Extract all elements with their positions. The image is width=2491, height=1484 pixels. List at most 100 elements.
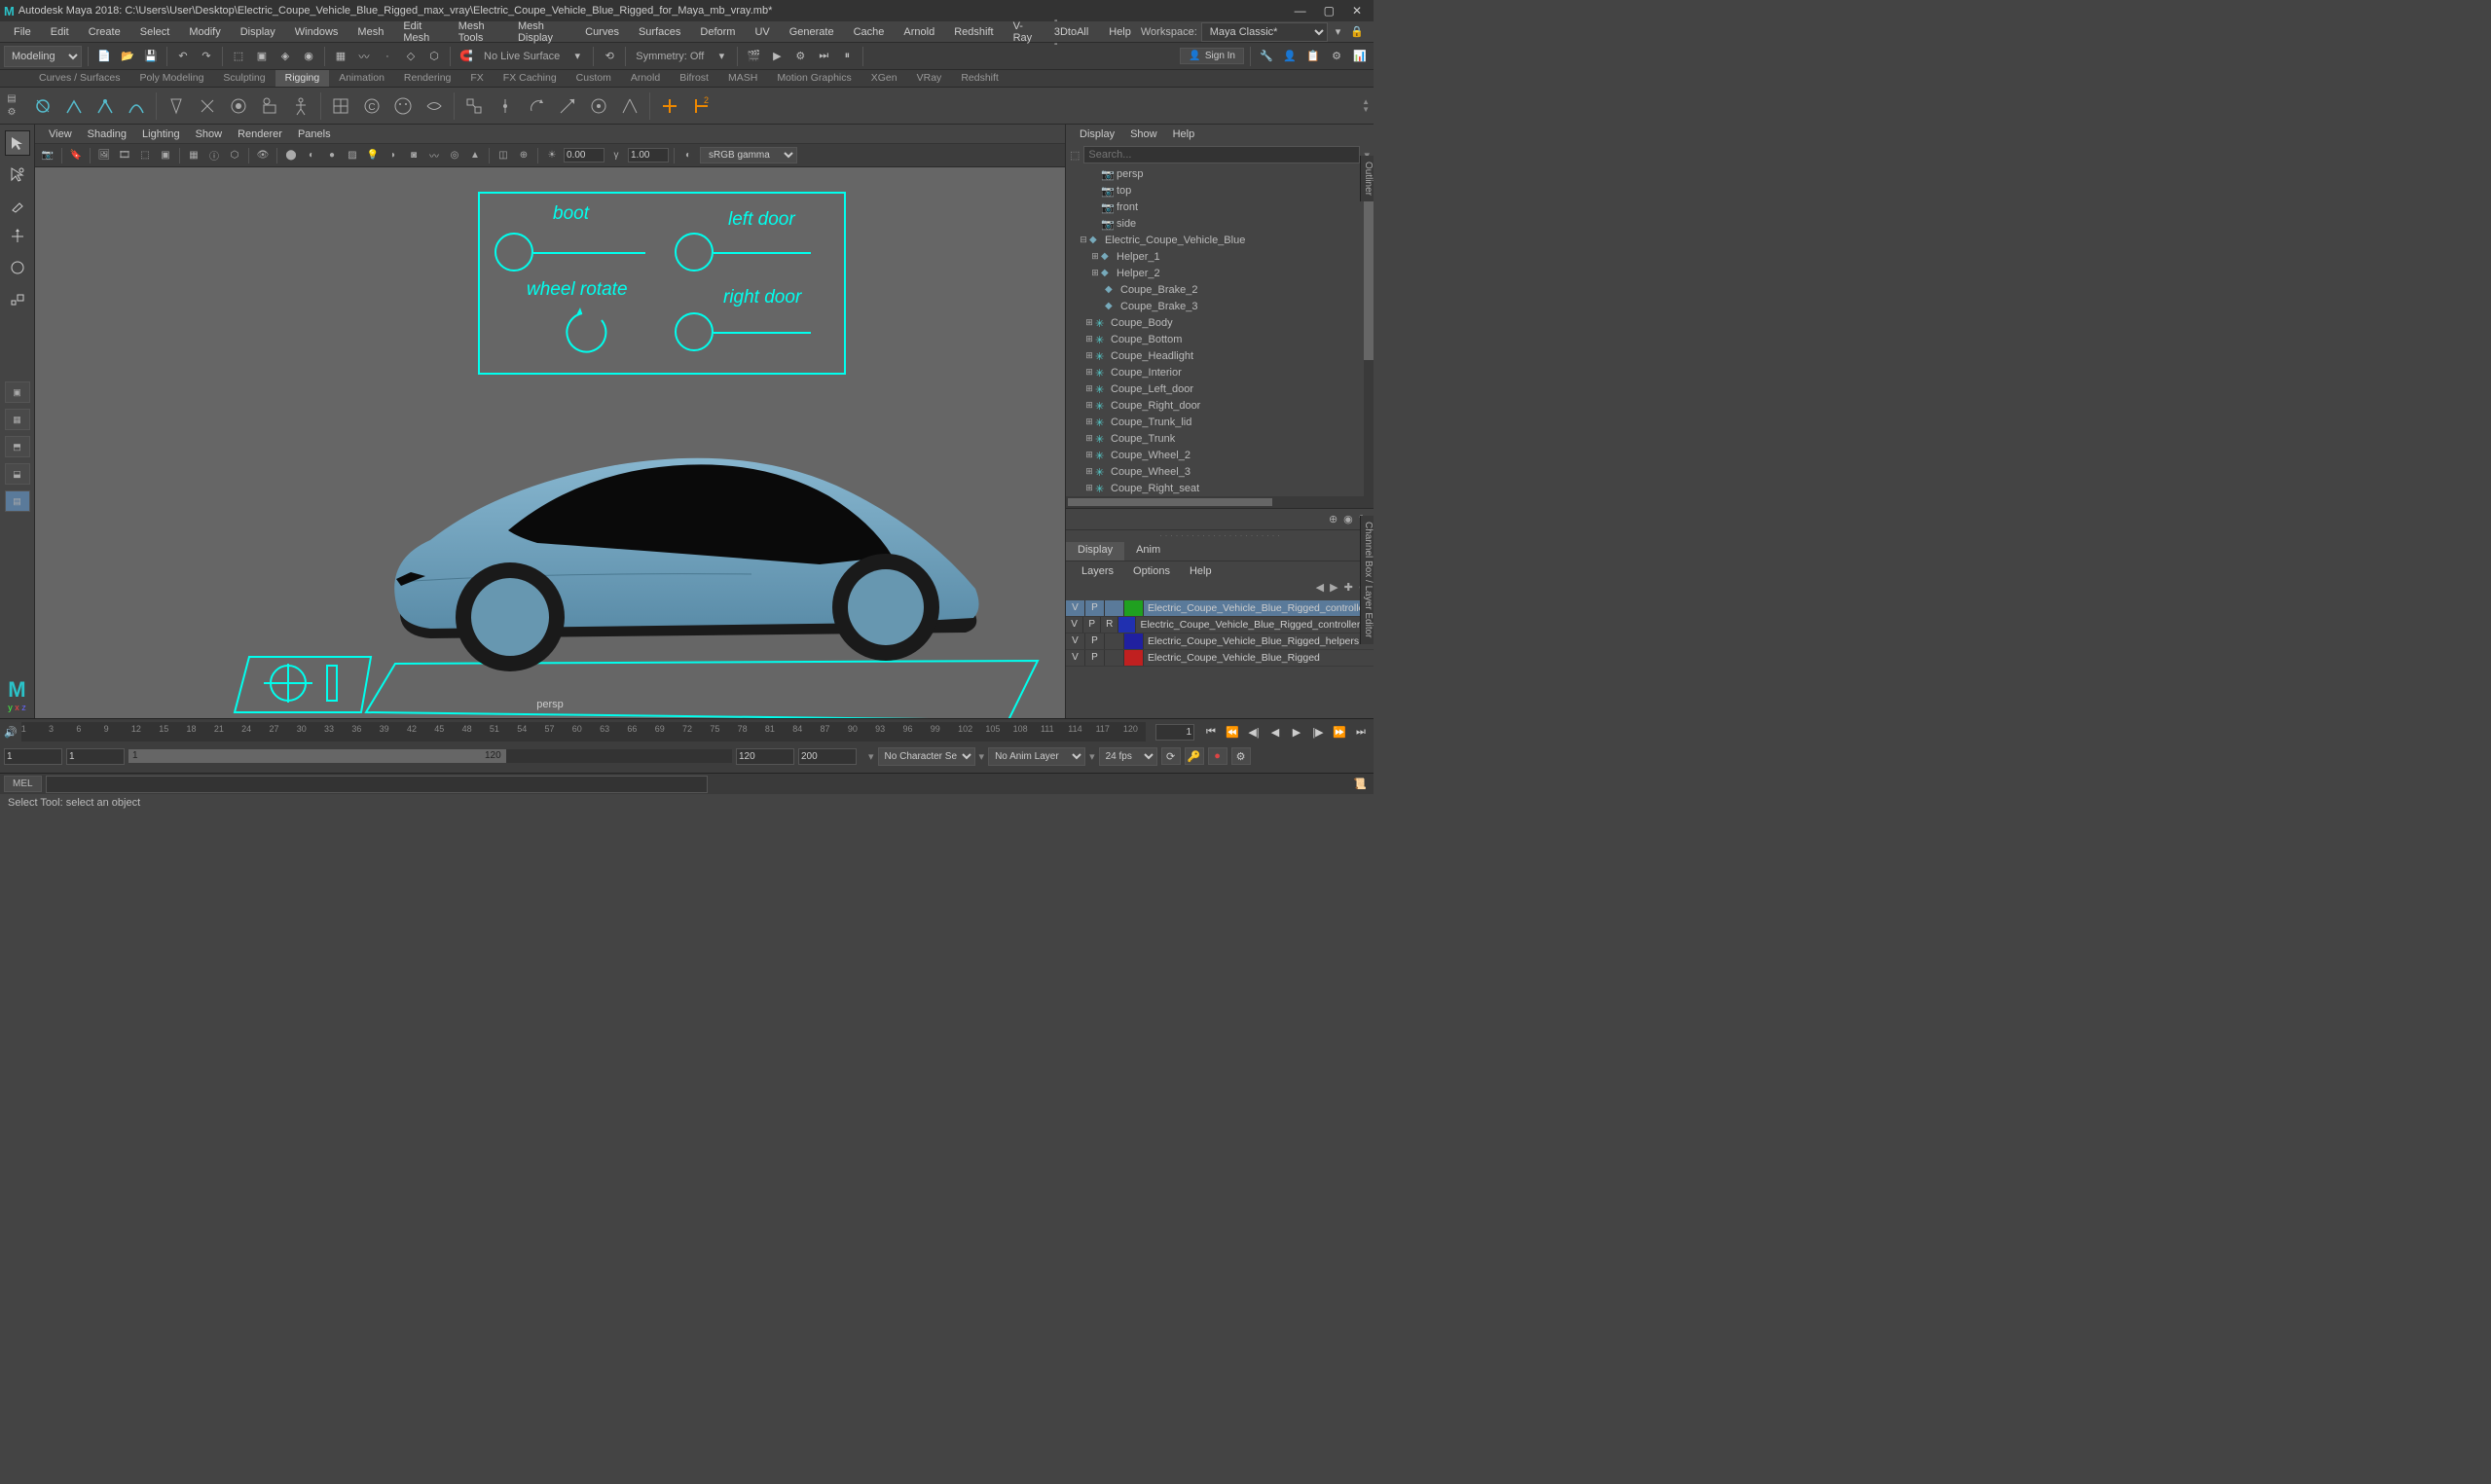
menu-generate[interactable]: Generate	[780, 23, 844, 41]
panel-menu-shading[interactable]: Shading	[80, 127, 134, 142]
shelf-paint-weights-icon[interactable]	[225, 92, 252, 120]
shelf-bind-skin-icon[interactable]	[163, 92, 190, 120]
layers-menu-options[interactable]: Options	[1123, 563, 1180, 579]
outliner-item-front[interactable]: 📷front	[1066, 199, 1374, 215]
attr-editor-icon[interactable]: 📋	[1303, 47, 1323, 66]
outliner-item-interior[interactable]: ⊞✳Coupe_Interior	[1066, 364, 1374, 380]
outliner-item-body[interactable]: ⊞✳Coupe_Body	[1066, 314, 1374, 331]
layer-visibility-toggle[interactable]: V	[1066, 600, 1085, 616]
outliner-item-bottom[interactable]: ⊞✳Coupe_Bottom	[1066, 331, 1374, 347]
outliner-item-brake-3[interactable]: ◆Coupe_Brake_3	[1066, 298, 1374, 314]
channel-box-icon[interactable]: 📊	[1350, 47, 1370, 66]
outliner-item-wheel-2[interactable]: ⊞✳Coupe_Wheel_2	[1066, 447, 1374, 463]
workspace-options-icon[interactable]: ▾	[1332, 25, 1345, 38]
play-forward-icon[interactable]: ▶	[1288, 723, 1305, 741]
shelf-tab-animation[interactable]: Animation	[329, 70, 394, 87]
shelf-detach-skin-icon[interactable]	[194, 92, 221, 120]
layer-new-empty-icon[interactable]: ✚	[1344, 581, 1353, 600]
gamma-icon[interactable]: γ	[607, 147, 625, 164]
shelf-tab-bifrost[interactable]: Bifrost	[670, 70, 718, 87]
layout-outliner-persp[interactable]: ▤	[5, 490, 30, 512]
auto-key-icon[interactable]: 🔑	[1185, 747, 1204, 765]
shelf-lattice-icon[interactable]	[327, 92, 354, 120]
lasso-tool[interactable]	[5, 162, 30, 187]
shelf-tab-vray[interactable]: VRay	[907, 70, 952, 87]
gamma-input[interactable]	[628, 148, 669, 163]
use-lights-icon[interactable]: 💡	[364, 147, 382, 164]
select-mode-icon[interactable]: ⬚	[229, 47, 248, 66]
motion-blur-icon[interactable]: 〰	[425, 147, 443, 164]
rig-control-left-door[interactable]	[675, 233, 714, 271]
layer-row[interactable]: VPElectric_Coupe_Vehicle_Blue_Rigged	[1066, 650, 1374, 667]
shelf-ik-handle-icon[interactable]	[92, 92, 119, 120]
symmetry-dropdown-icon[interactable]: ▾	[712, 47, 731, 66]
view-transform-dropdown[interactable]: sRGB gamma	[700, 147, 797, 163]
shelf-ik-spline-icon[interactable]	[123, 92, 150, 120]
layer-row[interactable]: VPElectric_Coupe_Vehicle_Blue_Rigged_hel…	[1066, 633, 1374, 650]
layout-four-pane[interactable]: ▦	[5, 409, 30, 430]
film-gate-icon[interactable]: 🎞	[116, 147, 133, 164]
display-tab[interactable]: Display	[1066, 542, 1124, 561]
loop-icon[interactable]: ⟳	[1161, 747, 1181, 765]
shelf-quickrig-icon[interactable]	[656, 92, 683, 120]
default-material-icon[interactable]: ⬤	[282, 147, 300, 164]
go-end-icon[interactable]: ⏭	[1352, 723, 1370, 741]
time-slider[interactable]: 1369121518212427303336394245485154576063…	[21, 722, 1146, 742]
shelf-parent-constraint-icon[interactable]	[460, 92, 488, 120]
shelf-tab-curves[interactable]: Curves / Surfaces	[29, 70, 129, 87]
shadows-icon[interactable]: ◗	[385, 147, 402, 164]
side-tab-channel-box[interactable]: Channel Box / Layer Editor	[1360, 516, 1374, 644]
shelf-control-rig-icon[interactable]: 2	[687, 92, 714, 120]
outliner-hscroll[interactable]	[1066, 496, 1374, 508]
menu-modify[interactable]: Modify	[179, 23, 230, 41]
outliner-item-root[interactable]: ⊟◆Electric_Coupe_Vehicle_Blue	[1066, 232, 1374, 248]
range-out-input[interactable]	[736, 748, 794, 765]
menu-help[interactable]: Help	[1099, 23, 1141, 41]
render-pause-icon[interactable]: ⏸	[837, 47, 857, 66]
layers-menu-help[interactable]: Help	[1180, 563, 1222, 579]
view-transform-icon[interactable]: ◐	[679, 147, 697, 164]
maximize-button[interactable]: ▢	[1324, 4, 1335, 18]
rig-control-right-door[interactable]	[675, 312, 714, 351]
layer-reference-toggle[interactable]	[1105, 650, 1124, 666]
menu-create[interactable]: Create	[79, 23, 130, 41]
range-end-input[interactable]	[798, 748, 857, 765]
menu-cache[interactable]: Cache	[844, 23, 895, 41]
shelf-tab-rendering[interactable]: Rendering	[394, 70, 460, 87]
wireframe-icon[interactable]: ⬡	[226, 147, 243, 164]
layer-move-up-icon[interactable]: ◀	[1316, 581, 1324, 600]
humanik-icon[interactable]: 👤	[1280, 47, 1300, 66]
exposure-input[interactable]	[564, 148, 604, 163]
layout-two-pane-v[interactable]: ⬓	[5, 463, 30, 485]
shelf-joint-icon[interactable]	[29, 92, 56, 120]
shelf-humanik-icon[interactable]	[287, 92, 314, 120]
snap-plane-icon[interactable]: ◇	[401, 47, 421, 66]
menu-select[interactable]: Select	[130, 23, 180, 41]
layer-color-swatch[interactable]	[1124, 650, 1144, 666]
layer-reference-toggle[interactable]: R	[1101, 617, 1118, 633]
go-start-icon[interactable]: ⏮	[1202, 723, 1220, 741]
shelf-tab-redshift[interactable]: Redshift	[951, 70, 1008, 87]
prefs-icon[interactable]: ⚙	[1231, 747, 1251, 765]
render-ipr-icon[interactable]: ▶	[767, 47, 787, 66]
layout-two-pane-h[interactable]: ⬒	[5, 436, 30, 457]
current-frame-input[interactable]	[1155, 724, 1194, 741]
panel-menu-view[interactable]: View	[41, 127, 80, 142]
layout-single-pane[interactable]: ▣	[5, 381, 30, 403]
layer-playback-toggle[interactable]: P	[1085, 633, 1105, 649]
outliner-item-brake-2[interactable]: ◆Coupe_Brake_2	[1066, 281, 1374, 298]
minimize-button[interactable]: —	[1295, 4, 1306, 18]
snap-curve-icon[interactable]: 〰	[354, 47, 374, 66]
shelf-mirror-weights-icon[interactable]	[256, 92, 283, 120]
select-hier-icon[interactable]: ▣	[252, 47, 272, 66]
range-start-input[interactable]	[4, 748, 62, 765]
menu-mesh-tools[interactable]: Mesh Tools	[449, 18, 508, 47]
xray-icon[interactable]: ◫	[495, 147, 512, 164]
outliner-item-right-door[interactable]: ⊞✳Coupe_Right_door	[1066, 397, 1374, 414]
outliner-item-helper-2[interactable]: ⊞◆Helper_2	[1066, 265, 1374, 281]
menu-mesh-display[interactable]: Mesh Display	[508, 18, 575, 47]
anim-tab[interactable]: Anim	[1124, 542, 1172, 561]
signin-button[interactable]: 👤Sign In	[1180, 48, 1244, 64]
panel-menu-renderer[interactable]: Renderer	[230, 127, 290, 142]
layer-color-swatch[interactable]	[1124, 600, 1144, 616]
